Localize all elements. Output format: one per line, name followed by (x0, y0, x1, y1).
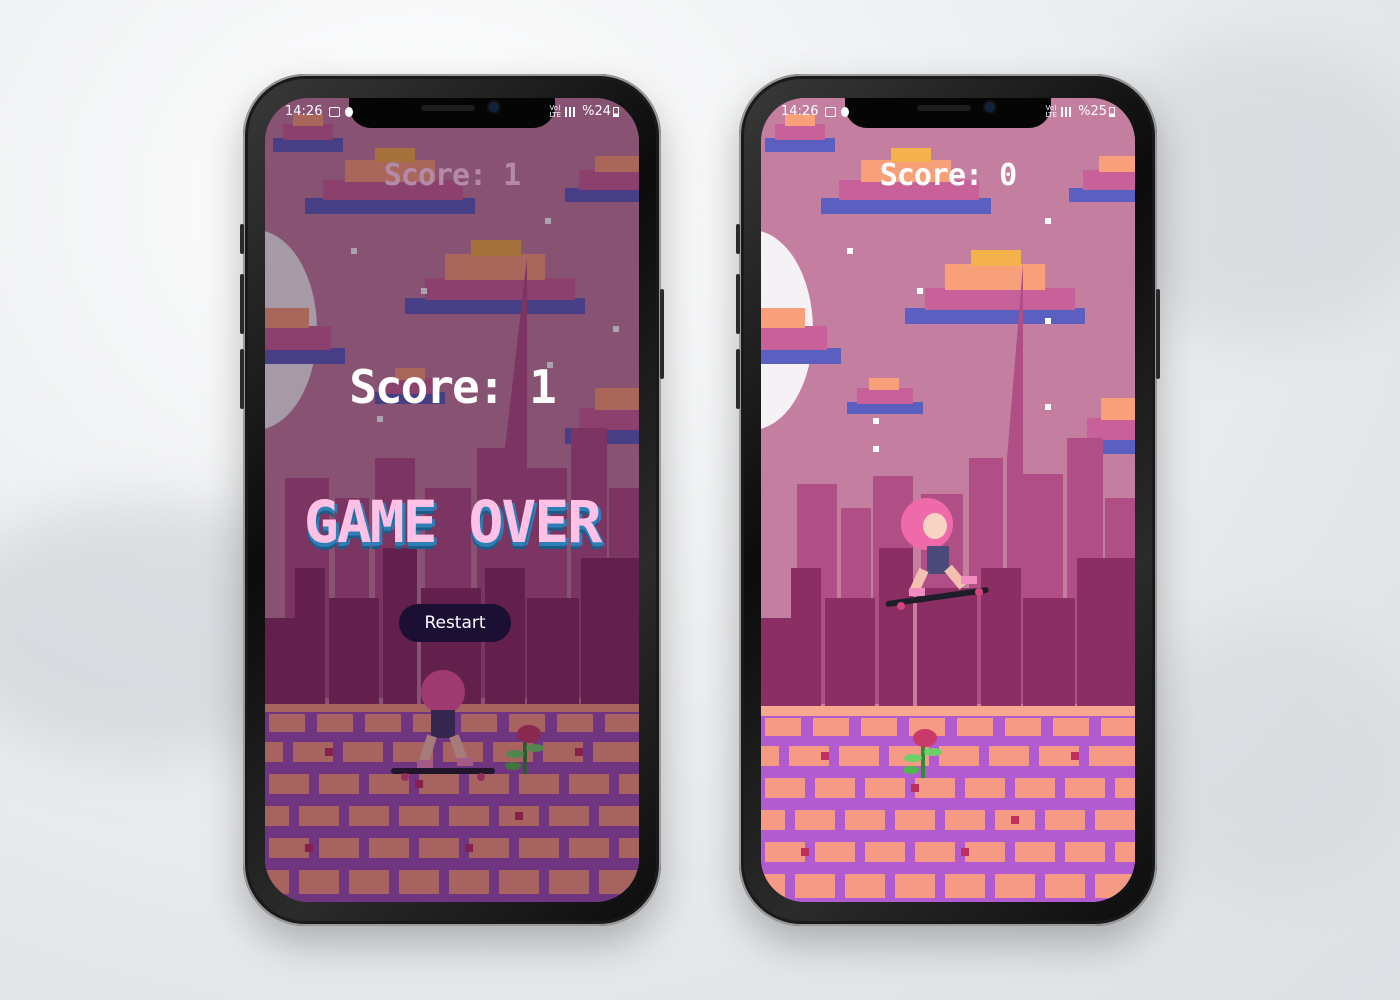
hud-score: Score: 0 (879, 158, 1018, 193)
battery-text: %25 (1078, 104, 1107, 119)
game-screen-left[interactable]: 14:26 Vo) LTE %24 Score: 1 Score: 1 GAME… (265, 98, 639, 902)
signal-icon (1061, 106, 1076, 117)
game-over-title: GAME OVER (303, 488, 602, 556)
notification-icon (345, 107, 353, 117)
battery-text: %24 (582, 104, 611, 119)
phone-left: 14:26 Vo) LTE %24 Score: 1 Score: 1 GAME… (240, 74, 664, 926)
status-time: 14:26 (285, 104, 323, 119)
final-score: Score: 1 (349, 360, 557, 414)
hud-score: Score: 1 (383, 158, 522, 193)
status-right: Vo) LTE %25 (1045, 104, 1115, 119)
status-right: Vo) LTE %24 (549, 104, 619, 119)
signal-icon (565, 106, 580, 117)
skater-character (885, 498, 989, 610)
notification-icon (841, 107, 849, 117)
battery-icon (613, 106, 619, 117)
volte-icon: Vo) LTE (549, 103, 562, 119)
game-screen-right[interactable]: 14:26 Vo) LTE %25 Score: 0 (761, 98, 1135, 902)
piranha-plant-obstacle (903, 729, 942, 778)
restart-button[interactable]: Restart (399, 604, 511, 642)
image-icon (825, 107, 836, 117)
phone-right: 14:26 Vo) LTE %25 Score: 0 (736, 74, 1160, 926)
status-bar: 14:26 Vo) LTE %24 (265, 104, 639, 122)
battery-icon (1109, 106, 1115, 117)
status-time: 14:26 (781, 104, 819, 119)
image-icon (329, 107, 340, 117)
volte-icon: Vo) LTE (1045, 103, 1058, 119)
status-bar: 14:26 Vo) LTE %25 (761, 104, 1135, 122)
